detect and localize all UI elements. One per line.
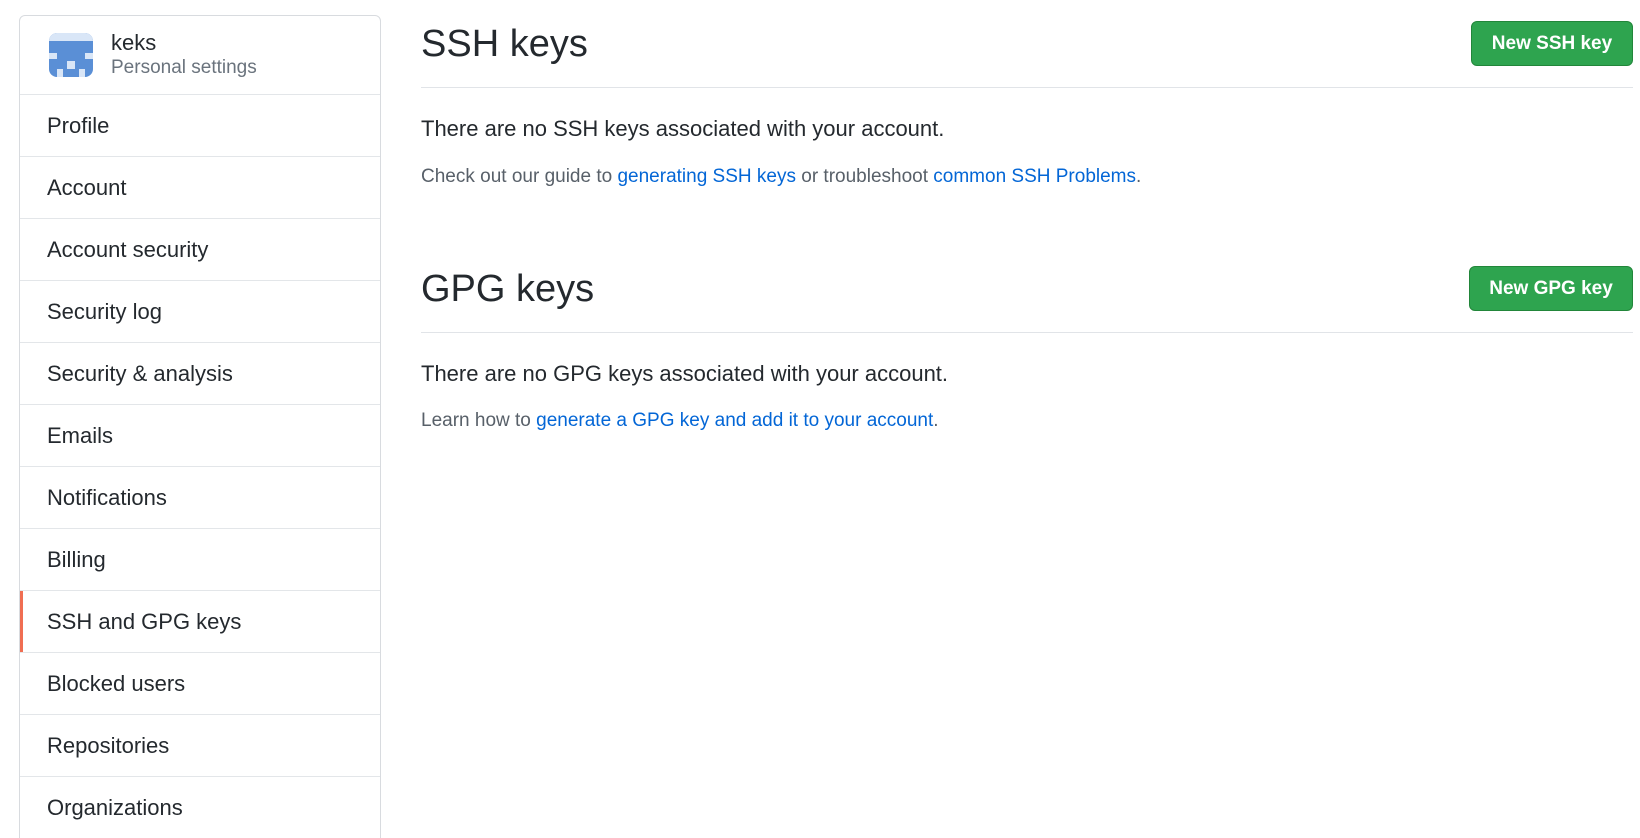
- common-ssh-problems-link[interactable]: common SSH Problems: [933, 166, 1136, 187]
- ssh-keys-title: SSH keys: [421, 23, 588, 65]
- sidebar-item-account[interactable]: Account: [20, 157, 380, 219]
- sidebar-item-security-analysis[interactable]: Security & analysis: [20, 343, 380, 405]
- new-ssh-key-button[interactable]: New SSH key: [1471, 21, 1633, 66]
- sidebar-item-label: Profile: [47, 112, 110, 138]
- sidebar-item-organizations[interactable]: Organizations: [20, 777, 380, 838]
- ssh-keys-header: SSH keys New SSH key: [421, 0, 1633, 88]
- sidebar-item-blocked-users[interactable]: Blocked users: [20, 653, 380, 715]
- sidebar-item-account-security[interactable]: Account security: [20, 219, 380, 281]
- sidebar-item-label: Emails: [47, 422, 114, 448]
- sidebar-item-label: Security log: [47, 298, 162, 324]
- profile-header[interactable]: keks Personal settings: [20, 16, 380, 95]
- sidebar-item-profile[interactable]: Profile: [20, 95, 380, 157]
- sidebar-item-billing[interactable]: Billing: [20, 529, 380, 591]
- gpg-keys-title: GPG keys: [421, 268, 595, 310]
- generating-ssh-keys-link[interactable]: generating SSH keys: [617, 166, 796, 187]
- sidebar-item-security-log[interactable]: Security log: [20, 281, 380, 343]
- gpg-help-suffix: .: [933, 410, 939, 431]
- ssh-help-suffix: .: [1136, 166, 1142, 187]
- gpg-empty-message: There are no GPG keys associated with yo…: [421, 361, 949, 386]
- sidebar-item-label: Billing: [47, 546, 106, 572]
- sidebar-item-label: SSH and GPG keys: [47, 608, 242, 634]
- personal-settings-label: Personal settings: [111, 57, 257, 78]
- sidebar-item-repositories[interactable]: Repositories: [20, 715, 380, 777]
- ssh-empty-message: There are no SSH keys associated with yo…: [421, 116, 945, 141]
- sidebar-item-label: Blocked users: [47, 670, 186, 696]
- sidebar-item-label: Security & analysis: [47, 360, 233, 386]
- sidebar-item-label: Organizations: [47, 794, 183, 820]
- main-content: SSH keys New SSH key There are no SSH ke…: [421, 0, 1633, 431]
- sidebar-item-notifications[interactable]: Notifications: [20, 467, 380, 529]
- ssh-help-prefix: Check out our guide to: [421, 166, 618, 187]
- sidebar-item-label: Notifications: [47, 484, 167, 510]
- avatar[interactable]: [49, 33, 93, 77]
- gpg-help-text: Learn how to generate a GPG key and add …: [421, 410, 939, 432]
- ssh-help-middle: or troubleshoot: [795, 166, 934, 187]
- new-gpg-key-button[interactable]: New GPG key: [1469, 266, 1633, 311]
- sidebar-item-ssh-gpg-keys[interactable]: SSH and GPG keys: [20, 591, 380, 653]
- gpg-keys-header: GPG keys New GPG key: [421, 245, 1633, 333]
- settings-page: keks Personal settings Profile Account A…: [0, 0, 1640, 838]
- sidebar-item-label: Repositories: [47, 732, 170, 758]
- generate-gpg-key-link[interactable]: generate a GPG key and add it to your ac…: [536, 410, 933, 431]
- sidebar-item-label: Account: [47, 174, 127, 200]
- ssh-help-text: Check out our guide to generating SSH ke…: [421, 166, 1141, 188]
- sidebar-item-label: Account security: [47, 236, 209, 262]
- profile-text: keks Personal settings: [111, 30, 257, 80]
- username[interactable]: keks: [111, 30, 257, 56]
- sidebar-item-emails[interactable]: Emails: [20, 405, 380, 467]
- gpg-help-prefix: Learn how to: [421, 410, 537, 431]
- settings-sidebar: keks Personal settings Profile Account A…: [19, 15, 381, 838]
